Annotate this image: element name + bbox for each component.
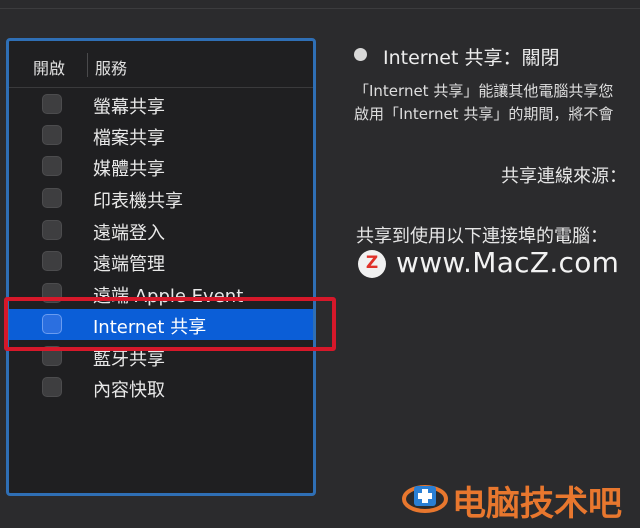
service-label: 遠端登入 — [93, 223, 165, 244]
service-enable-checkbox[interactable] — [42, 220, 62, 240]
service-row-remote-management[interactable]: 遠端管理 — [9, 246, 313, 277]
service-enable-checkbox[interactable] — [42, 125, 62, 145]
brand-watermark-text: 电脑技术吧 — [452, 484, 622, 524]
service-row-file-sharing[interactable]: 檔案共享 — [9, 120, 313, 151]
share-connection-from-label: 共享連線來源： — [501, 166, 627, 187]
service-row-printer-sharing[interactable]: 印表機共享 — [9, 183, 313, 214]
service-enable-checkbox[interactable] — [42, 94, 62, 114]
services-list-panel: 開啟 服務 螢幕共享 檔案共享 媒體共享 印表機共享 遠端登入 遠端管理 遠端 … — [6, 38, 316, 496]
services-list-header: 開啟 服務 — [9, 41, 313, 88]
column-header-service[interactable]: 服務 — [95, 55, 127, 79]
service-enable-checkbox[interactable] — [42, 156, 62, 176]
watermark-text: www.MacZ.com — [396, 246, 620, 279]
service-enable-checkbox[interactable] — [42, 251, 62, 271]
column-separator — [87, 53, 88, 77]
service-description-line-2: 啟用「Internet 共享」的期間，將不會 — [354, 105, 614, 123]
service-label: 媒體共享 — [93, 159, 165, 180]
top-divider — [0, 8, 640, 9]
column-header-enable[interactable]: 開啟 — [33, 55, 65, 79]
status-indicator-icon — [354, 48, 367, 61]
service-description-line-1: 「Internet 共享」能讓其他電腦共享您 — [354, 82, 614, 100]
service-status-title: Internet 共享：關閉 — [383, 47, 560, 69]
brand-logo-icon — [402, 485, 448, 513]
service-label: 螢幕共享 — [93, 97, 165, 118]
service-label: 內容快取 — [93, 380, 165, 401]
service-row-screen-sharing[interactable]: 螢幕共享 — [9, 89, 313, 120]
service-enable-checkbox[interactable] — [42, 377, 62, 397]
highlight-annotation-box — [4, 297, 336, 351]
service-label: 檔案共享 — [93, 128, 165, 149]
share-to-ports-label: 共享到使用以下連接埠的電腦： — [356, 226, 608, 247]
macz-logo-icon: Z — [358, 250, 386, 278]
service-label: 遠端管理 — [93, 254, 165, 275]
macz-logo-letter: Z — [365, 253, 379, 273]
service-row-remote-login[interactable]: 遠端登入 — [9, 215, 313, 246]
service-row-content-caching[interactable]: 內容快取 — [9, 372, 313, 403]
service-enable-checkbox[interactable] — [42, 188, 62, 208]
service-row-media-sharing[interactable]: 媒體共享 — [9, 151, 313, 182]
service-label: 印表機共享 — [93, 191, 183, 212]
